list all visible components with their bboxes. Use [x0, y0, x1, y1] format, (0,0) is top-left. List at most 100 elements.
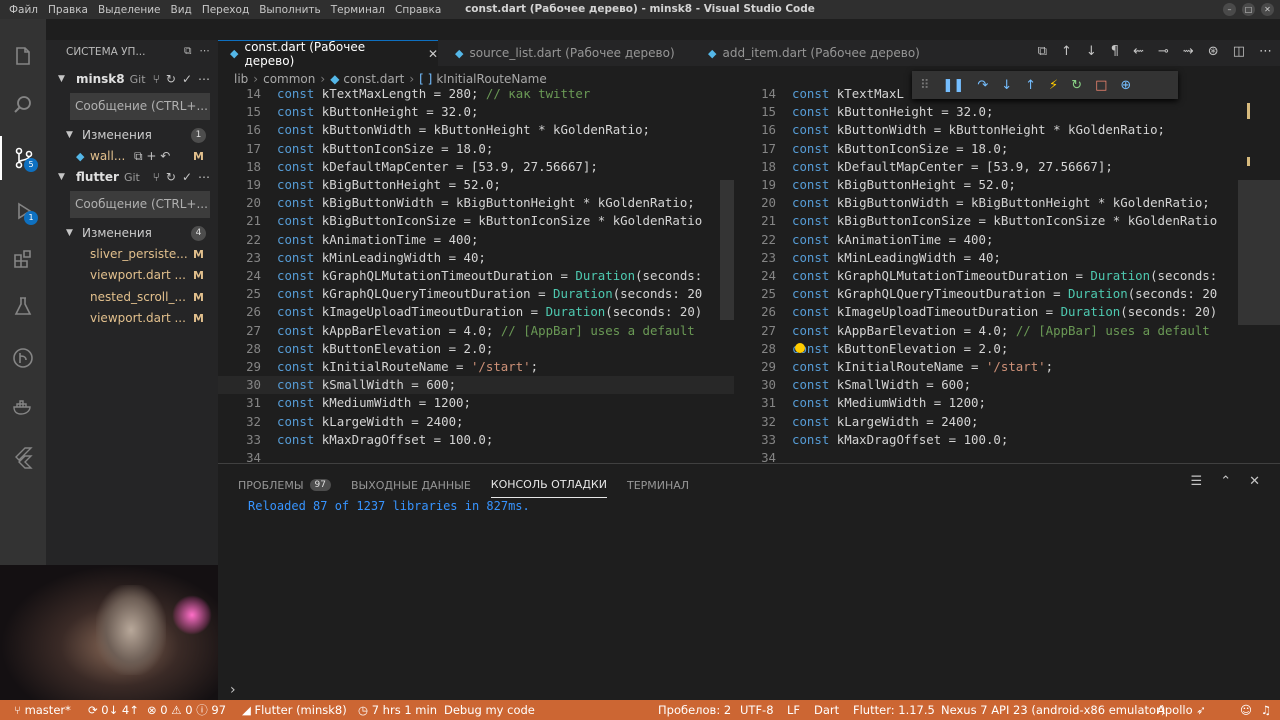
scrollbar-left[interactable] [720, 180, 734, 320]
commit-message-input[interactable]: Сообщение (CTRL+... [70, 93, 210, 120]
branch-icon[interactable]: ⑂ [153, 170, 160, 184]
tab-problems[interactable]: ПРОБЛЕМЫ 97 [238, 472, 331, 498]
explorer-icon[interactable] [0, 35, 46, 79]
time-tracker[interactable]: ◷ 7 hrs 1 min [358, 700, 437, 720]
code-line[interactable]: 14 const kTextMaxLength = 280; // как twi… [218, 89, 734, 103]
eol-status[interactable]: LF [787, 700, 800, 720]
commit-node-icon[interactable]: ⊸ [1158, 44, 1169, 59]
menu-view[interactable]: Вид [166, 4, 197, 16]
breadcrumb-item[interactable]: common [263, 72, 315, 86]
view-as-tree-icon[interactable]: ⧉ [184, 45, 192, 58]
code-line[interactable]: 31 const kMediumWidth = 1200; [733, 394, 1252, 412]
arrow-up-icon[interactable]: ↑ [1061, 44, 1072, 59]
code-line[interactable]: 29 const kInitialRouteName = '/start'; [218, 358, 734, 376]
inspect-widget-icon[interactable]: ⊕ [1120, 78, 1131, 93]
git-history-icon[interactable]: ⊛ [1208, 44, 1219, 59]
go-forward-icon[interactable]: ⇝ [1183, 44, 1194, 59]
debug-mode-status[interactable]: Debug my code [444, 700, 535, 720]
branch-status[interactable]: ⑂ master* [14, 700, 71, 720]
code-line[interactable]: 20 const kBigButtonWidth = kBigButtonHeig… [218, 194, 734, 212]
code-line[interactable]: 29 const kInitialRouteName = '/start'; [733, 358, 1252, 376]
restart-icon[interactable]: ↻ [1071, 78, 1082, 93]
more-actions-icon[interactable]: ⋯ [200, 45, 211, 58]
problems-status[interactable]: ⊗ 0 ⚠ 0 ⓘ 97 [147, 700, 226, 720]
editor-left-pane[interactable]: 14 const kTextMaxLength = 280; // как twi… [218, 89, 734, 463]
code-line[interactable]: 27 const kAppBarElevation = 4.0; // [AppB… [733, 322, 1252, 340]
extensions-icon[interactable] [0, 237, 46, 281]
breadcrumb-item[interactable]: kInitialRouteName [436, 72, 546, 86]
clear-console-icon[interactable]: ☰ [1191, 474, 1203, 489]
hot-reload-icon[interactable]: ⚡ [1049, 78, 1058, 93]
code-line[interactable]: 34 [733, 449, 1252, 463]
close-panel-icon[interactable]: ✕ [1249, 474, 1260, 489]
open-changes-icon[interactable]: ⧉ [1038, 44, 1047, 59]
notifications-icon[interactable]: ♫ [1261, 700, 1271, 720]
docker-icon[interactable] [0, 385, 46, 429]
code-line[interactable]: 15 const kButtonHeight = 32.0; [218, 103, 734, 121]
code-line[interactable]: 19 const kBigButtonHeight = 52.0; [218, 176, 734, 194]
menu-terminal[interactable]: Терминал [326, 4, 390, 16]
changed-file[interactable]: viewport.dart ... M [46, 308, 218, 328]
tab-add-item[interactable]: ◆ add_item.dart (Рабочее дерево) [696, 40, 936, 66]
editor-right-pane[interactable]: 14 const kTextMaxL 15 const kButtonHeight =… [733, 89, 1252, 463]
more-icon[interactable]: ⋯ [198, 170, 210, 184]
pause-icon[interactable]: ❚❚ [943, 78, 965, 93]
close-window-icon[interactable]: ✕ [1261, 3, 1274, 16]
close-tab-icon[interactable]: ✕ [428, 47, 438, 61]
flutter-icon[interactable] [0, 435, 46, 479]
code-line[interactable]: 21 const kBigButtonIconSize = kButtonIcon… [218, 212, 734, 230]
code-line[interactable]: 22 const kAnimationTime = 400; [733, 231, 1252, 249]
split-editor-icon[interactable]: ◫ [1233, 44, 1245, 59]
tab-const-dart[interactable]: ◆ const.dart (Рабочее дерево) ✕ [218, 40, 438, 68]
maximize-icon[interactable]: □ [1242, 3, 1255, 16]
changes-group[interactable]: ▼ Изменения 4 [46, 223, 218, 243]
live-share-icon[interactable]: ☺ [1240, 700, 1252, 720]
tab-output[interactable]: ВЫХОДНЫЕ ДАННЫЕ [351, 472, 471, 498]
more-actions-icon[interactable]: ⋯ [1259, 44, 1272, 59]
maximize-panel-icon[interactable]: ⌃ [1220, 474, 1231, 489]
code-line[interactable]: 18 const kDefaultMapCenter = [53.9, 27.56… [218, 158, 734, 176]
lightbulb-icon[interactable] [795, 343, 805, 353]
scrollbar-right[interactable] [1238, 180, 1280, 325]
code-line[interactable]: 28 const kButtonElevation = 2.0; [733, 340, 1252, 358]
tab-source-list[interactable]: ◆ source_list.dart (Рабочее дерево) [443, 40, 693, 66]
code-line[interactable]: 34 [218, 449, 734, 463]
code-line[interactable]: 26 const kImageUploadTimeoutDuration = Du… [218, 303, 734, 321]
breadcrumb-item[interactable]: lib [234, 72, 248, 86]
go-back-icon[interactable]: ⇜ [1133, 44, 1144, 59]
menu-edit[interactable]: Правка [43, 4, 93, 16]
code-line[interactable]: 32 const kLargeWidth = 2400; [733, 413, 1252, 431]
search-icon[interactable] [0, 83, 46, 127]
changed-file[interactable]: sliver_persiste... M [46, 244, 218, 264]
changed-file[interactable]: ◆ wall... ⧉ + ↶ M [46, 146, 218, 166]
flutter-project-status[interactable]: ◢ Flutter (minsk8) [242, 700, 347, 720]
minimize-icon[interactable]: – [1223, 3, 1236, 16]
repo-header-flutter[interactable]: ▼ flutter Git ⑂ ↻ ✓ ⋯ [46, 167, 218, 187]
flutter-version-status[interactable]: Flutter: 1.17.5 [853, 700, 935, 720]
code-line[interactable]: 30 const kSmallWidth = 600; [733, 376, 1252, 394]
menu-file[interactable]: Файл [4, 4, 43, 16]
code-line[interactable]: 27 const kAppBarElevation = 4.0; // [AppB… [218, 322, 734, 340]
apollo-status[interactable]: Apollo ➶ [1157, 700, 1206, 720]
code-line[interactable]: 25 const kGraphQLQueryTimeoutDuration = D… [733, 285, 1252, 303]
arrow-down-icon[interactable]: ↓ [1086, 44, 1097, 59]
commit-check-icon[interactable]: ✓ [182, 170, 192, 184]
code-line[interactable]: 19 const kBigButtonHeight = 52.0; [733, 176, 1252, 194]
menu-go[interactable]: Переход [197, 4, 254, 16]
code-line[interactable]: 33 const kMaxDragOffset = 100.0; [218, 431, 734, 449]
commit-message-input[interactable]: Сообщение (CTRL+... [70, 191, 210, 218]
code-line[interactable]: 18 const kDefaultMapCenter = [53.9, 27.56… [733, 158, 1252, 176]
code-line[interactable]: 32 const kLargeWidth = 2400; [218, 413, 734, 431]
refresh-icon[interactable]: ↻ [166, 170, 176, 184]
code-line[interactable]: 17 const kButtonIconSize = 18.0; [733, 140, 1252, 158]
code-line[interactable]: 21 const kBigButtonIconSize = kButtonIcon… [733, 212, 1252, 230]
step-out-icon[interactable]: ↑ [1025, 78, 1036, 93]
changed-file[interactable]: nested_scroll_... M [46, 287, 218, 307]
code-line[interactable]: 20 const kBigButtonWidth = kBigButtonHeig… [733, 194, 1252, 212]
whitespace-icon[interactable]: ¶ [1111, 44, 1119, 59]
code-line[interactable]: 16 const kButtonWidth = kButtonHeight * k… [218, 121, 734, 139]
code-line[interactable]: 28 const kButtonElevation = 2.0; [218, 340, 734, 358]
drag-handle-icon[interactable]: ⠿ [920, 78, 930, 93]
indentation-status[interactable]: Пробелов: 2 [658, 700, 731, 720]
menu-run[interactable]: Выполнить [254, 4, 326, 16]
